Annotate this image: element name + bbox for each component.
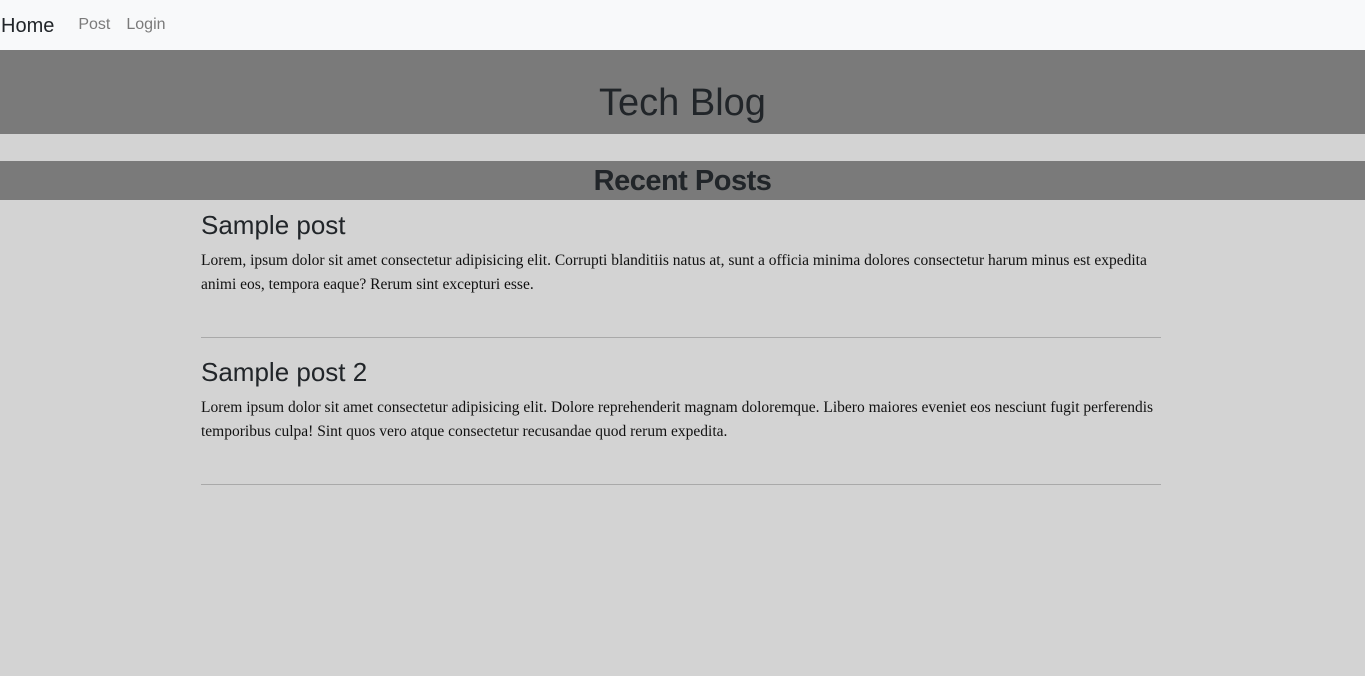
site-title: Tech Blog bbox=[599, 82, 766, 124]
posts-list: Sample post Lorem, ipsum dolor sit amet … bbox=[201, 200, 1161, 485]
recent-posts-heading: Recent Posts bbox=[593, 165, 772, 197]
nav-home-link[interactable]: Home bbox=[1, 16, 54, 36]
header-spacer bbox=[0, 134, 1365, 161]
post-item: Sample post Lorem, ipsum dolor sit amet … bbox=[201, 200, 1161, 338]
post-body: Lorem, ipsum dolor sit amet consectetur … bbox=[201, 252, 1147, 293]
site-header: Tech Blog bbox=[0, 50, 1365, 134]
recent-posts-bar: Recent Posts bbox=[0, 161, 1365, 200]
nav-login-link[interactable]: Login bbox=[126, 17, 165, 33]
post-title[interactable]: Sample post 2 bbox=[201, 356, 1161, 388]
nav-post-link[interactable]: Post bbox=[78, 17, 110, 33]
post-body: Lorem ipsum dolor sit amet consectetur a… bbox=[201, 399, 1154, 440]
post-item: Sample post 2 Lorem ipsum dolor sit amet… bbox=[201, 338, 1161, 485]
post-title[interactable]: Sample post bbox=[201, 209, 1161, 241]
top-navbar: Home Post Login bbox=[0, 0, 1365, 50]
